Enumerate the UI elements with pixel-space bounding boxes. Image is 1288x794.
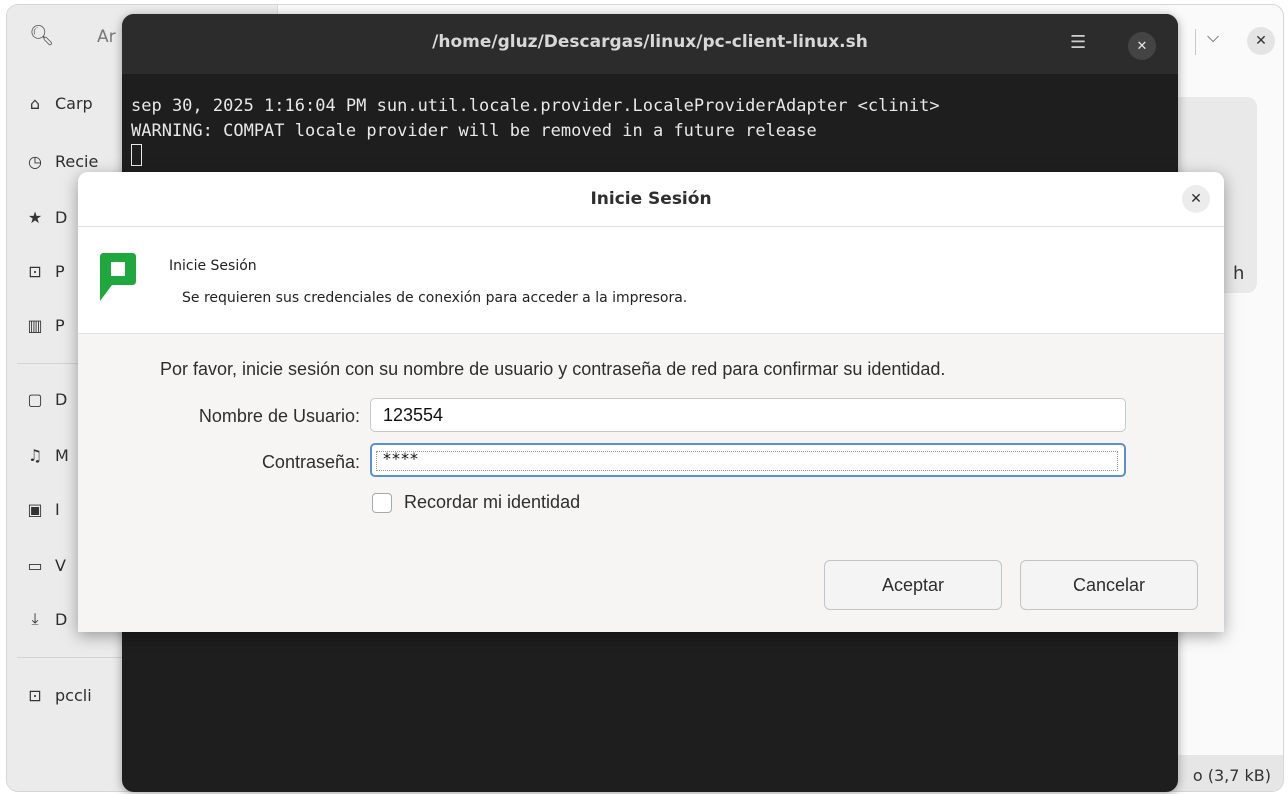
hamburger-menu-icon[interactable]: ☰ — [1070, 32, 1086, 53]
image-icon: ▣ — [27, 499, 43, 519]
network-drive-icon: ⊡ — [28, 685, 42, 705]
search-icon[interactable]: 🔍︎ — [29, 23, 54, 47]
sidebar-item-network[interactable]: ⊡ P — [25, 257, 65, 285]
sidebar-item-music[interactable]: ♫ M — [25, 441, 69, 469]
login-dialog: Inicie Sesión ✕ Inicie Sesión Se requier… — [78, 172, 1224, 632]
close-icon[interactable]: ✕ — [1247, 27, 1275, 55]
sidebar-item-recent[interactable]: ◷ Recie — [25, 147, 98, 175]
password-input[interactable] — [370, 443, 1126, 477]
video-icon: ▭ — [27, 555, 43, 575]
sidebar-item-home[interactable]: ⌂ Carp — [25, 89, 93, 117]
music-icon: ♫ — [27, 445, 43, 465]
sidebar-item-images[interactable]: ▣ I — [25, 495, 60, 523]
close-icon[interactable]: ✕ — [1182, 185, 1210, 213]
sidebar-item-label: D — [55, 389, 68, 409]
remember-label: Recordar mi identidad — [404, 492, 581, 512]
document-icon: ▢ — [27, 389, 43, 409]
terminal-line: sep 30, 2025 1:16:04 PM sun.util.locale.… — [131, 96, 940, 116]
terminal-title: /home/gluz/Descargas/linux/pc-client-lin… — [432, 32, 868, 52]
network-icon: ⊡ — [28, 261, 42, 281]
remember-row[interactable]: Recordar mi identidad — [372, 492, 580, 513]
cancel-button[interactable]: Cancelar — [1020, 560, 1198, 610]
username-label: Nombre de Usuario: — [198, 406, 360, 426]
terminal-header: /home/gluz/Descargas/linux/pc-client-lin… — [122, 14, 1178, 74]
sidebar-item-starred[interactable]: ★ D — [25, 203, 68, 231]
sidebar-item-label: M — [55, 445, 69, 465]
banner-subtitle: Se requieren sus credenciales de conexió… — [182, 290, 688, 306]
star-icon: ★ — [27, 207, 43, 227]
sidebar-item-pcclient[interactable]: ⊡ pccli — [25, 681, 92, 709]
accept-button[interactable]: Aceptar — [824, 560, 1002, 610]
remember-checkbox[interactable] — [372, 492, 392, 513]
terminal-cursor — [131, 144, 142, 166]
sidebar-item-label: pccli — [55, 685, 92, 705]
search-text[interactable]: Ar — [97, 27, 116, 47]
sidebar-item-videos[interactable]: ▭ V — [25, 551, 66, 579]
sidebar-item-label: D — [55, 609, 68, 629]
sidebar-item-label: V — [55, 555, 66, 575]
dialog-banner: Inicie Sesión Se requieren sus credencia… — [78, 227, 1224, 334]
sidebar-item-documents[interactable]: ▢ D — [25, 385, 67, 413]
banner-title: Inicie Sesión — [169, 258, 257, 274]
instructions-text: Por favor, inicie sesión con su nombre d… — [160, 359, 946, 379]
sidebar-item-label: P — [55, 315, 65, 335]
download-icon: ⤓ — [31, 609, 39, 628]
sidebar-item-downloads[interactable]: ⤓ D — [25, 605, 67, 633]
terminal-line: WARNING: COMPAT locale provider will be … — [131, 121, 817, 141]
file-card-label: h — [1233, 263, 1245, 284]
clock-icon: ◷ — [28, 151, 42, 171]
password-label: Contraseña: — [261, 452, 360, 472]
sidebar-item-label: D — [55, 207, 68, 227]
dialog-header: Inicie Sesión ✕ — [78, 172, 1224, 227]
sidebar-item-trash[interactable]: ▥ P — [25, 311, 65, 339]
sidebar-item-label: P — [55, 261, 65, 281]
trash-icon: ▥ — [27, 315, 43, 335]
header-divider — [1195, 29, 1196, 55]
dialog-title: Inicie Sesión — [590, 189, 712, 209]
sidebar-item-label: Carp — [55, 93, 93, 113]
sidebar-item-label: Recie — [55, 151, 99, 171]
papercut-logo-icon — [100, 253, 136, 301]
terminal-output[interactable]: sep 30, 2025 1:16:04 PM sun.util.locale.… — [131, 94, 1171, 169]
sidebar-item-label: I — [55, 499, 60, 519]
username-input[interactable] — [370, 398, 1126, 432]
dialog-body: Por favor, inicie sesión con su nombre d… — [78, 334, 1224, 632]
chevron-down-icon[interactable]: ⌵ — [1207, 27, 1219, 47]
close-icon[interactable]: ✕ — [1128, 32, 1156, 60]
password-value: **** — [383, 449, 419, 468]
home-icon: ⌂ — [29, 93, 41, 113]
